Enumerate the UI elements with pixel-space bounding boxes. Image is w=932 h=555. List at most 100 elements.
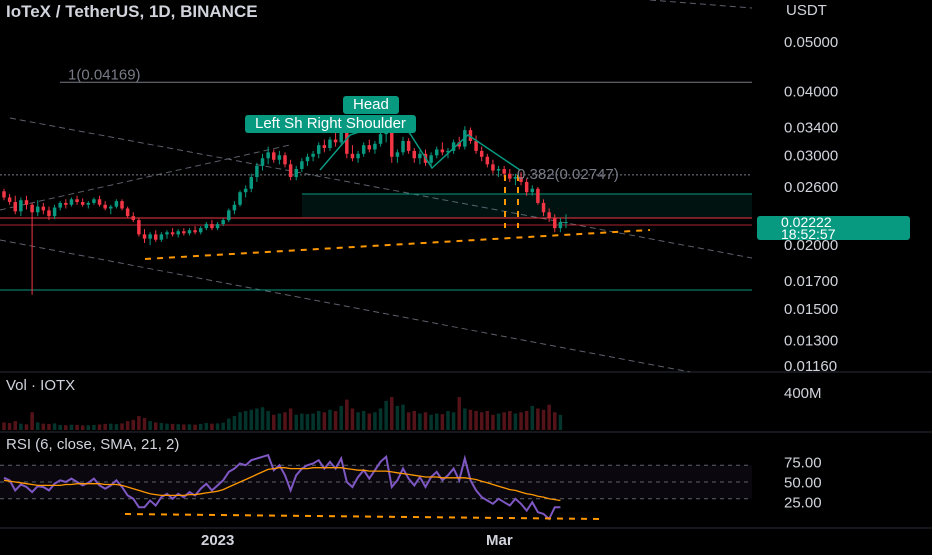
time-axis-label: Mar [486,532,513,549]
bar-countdown: 18:52:57 [781,226,836,242]
volume-bar [412,411,417,430]
price-axis-label: 0.01300 [784,333,838,350]
candle-body [69,199,74,205]
candle-body [221,220,225,225]
candle-body [255,165,259,178]
candle-body [412,150,417,159]
volume-bar [283,412,287,430]
candle-body [2,191,6,198]
volume-bar [513,413,518,430]
volume-bar [2,422,6,430]
volume-bar [373,412,377,430]
candle-body [333,139,338,143]
volume-bar [361,411,366,430]
volume-bar [440,414,445,430]
volume-bar [266,411,270,430]
volume-bar [24,424,29,430]
volume-bar [13,421,17,430]
candle-body [316,145,321,154]
trend-line [649,0,753,9]
volume-bar [328,409,332,430]
volume-bar [210,423,214,430]
volume-bar [153,422,158,430]
volume-bar [423,412,428,430]
volume-bar [7,423,12,430]
candle-body [80,202,85,205]
candle-body [339,131,343,143]
candle-body [193,230,197,233]
candle-body [418,153,422,159]
volume-bar [30,412,34,430]
chart-stage[interactable]: 0.05000 0.04000 0.03400 0.03000 0.02600 0.022… [0,0,932,550]
price-axis-label: 0.05000 [784,34,838,51]
volume-bar [316,411,321,430]
volume-bar [429,414,433,430]
candle-body [64,202,68,205]
volume-bar [277,413,282,430]
volume-bar [198,423,203,430]
trend-line [0,144,291,211]
support-zone [302,194,752,218]
chart-svg[interactable]: 0.05000 0.04000 0.03400 0.03000 0.02600 0.022… [0,0,932,550]
head-label: Head [343,96,399,114]
volume-bar [541,409,546,430]
volume-bar [406,412,411,430]
volume-bar [553,412,557,430]
candle-body [434,149,439,156]
volume-bar [80,425,85,430]
candle-body [564,222,568,224]
volume-bar [170,423,175,430]
candle-body [288,164,293,178]
candle-body [187,230,192,234]
volume-bar [131,419,136,430]
rsi-axis-label: 75.00 [784,454,822,471]
volume-bar [75,424,79,430]
candle-body [148,234,152,239]
candle-body [58,202,62,208]
candle-body [103,204,107,209]
volume-bar [47,423,51,430]
candle-body [97,199,102,205]
candle-body [373,143,377,150]
candle-body [210,224,214,229]
volume-bar [238,412,242,430]
volume-bar [182,424,186,430]
volume-bar [35,422,40,430]
candle-body [7,197,12,203]
candle-body [35,206,40,213]
candle-body [131,216,136,221]
volume-bar [41,423,46,430]
candle-body [30,204,34,213]
price-axis-label: 0.03000 [784,147,838,164]
candle-body [502,169,506,174]
candle-body [204,224,209,229]
volume-bar [547,404,551,430]
volume-bar [148,421,152,430]
candle-body [198,228,203,233]
volume-bar [491,414,495,430]
candle-body [558,222,563,229]
volume-bar [187,424,192,430]
volume-bar [524,411,529,430]
volume-bar [536,408,540,430]
candle-body [406,140,411,151]
candle-body [176,231,180,235]
volume-bar [232,416,237,430]
volume-bar [367,413,372,430]
candle-body [159,234,164,240]
candle-body [530,188,535,193]
volume-bar [395,405,400,430]
candle-body [367,145,372,150]
candle-body [215,224,220,229]
candle-body [272,152,276,160]
rsi-axis-label: 50.00 [784,474,822,491]
volume-bar [137,416,141,430]
candle-body [142,234,147,239]
time-axis-label: 2023 [201,532,234,549]
candle-body [232,204,237,211]
trend-line [0,239,691,373]
volume-bar [120,423,124,430]
volume-bar [390,397,394,430]
candle-body [109,206,113,209]
price-axis-label: 0.04000 [784,83,838,100]
